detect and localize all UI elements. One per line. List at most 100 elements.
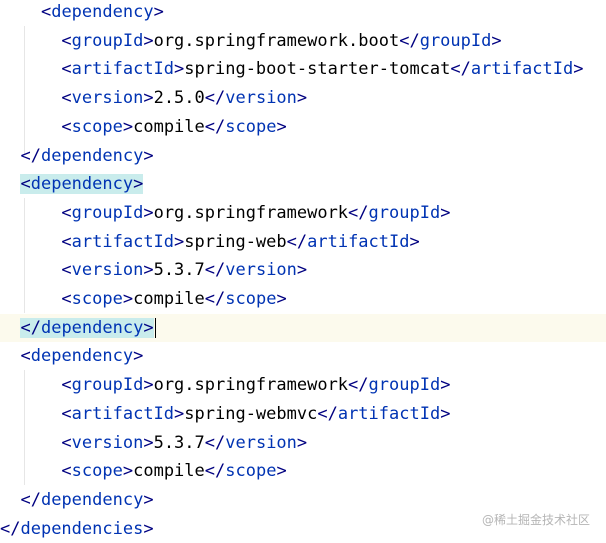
watermark: @稀土掘金技术社区 xyxy=(481,513,590,527)
tag-bracket: </ xyxy=(399,30,420,51)
element-value: compile xyxy=(133,116,205,137)
tag-bracket: </ xyxy=(204,432,226,453)
tag-bracket: < xyxy=(61,116,72,137)
tag-bracket: > xyxy=(153,2,164,22)
tag-name: version xyxy=(71,260,144,281)
tag-bracket: < xyxy=(61,231,72,252)
matched-tag-highlight: <dependency> xyxy=(20,174,144,195)
tag-bracket: > xyxy=(440,375,451,396)
tag-name: scope xyxy=(225,289,277,309)
tag-bracket: > xyxy=(491,30,502,51)
tag-bracket: </ xyxy=(317,403,338,424)
tag-name: groupId xyxy=(368,202,441,223)
tag-bracket: </ xyxy=(450,59,471,80)
code-line[interactable]: <groupId>org.springframework</groupId> xyxy=(0,371,606,400)
tag-name: scope xyxy=(225,116,277,137)
tag-bracket: > xyxy=(143,375,154,396)
code-line[interactable]: <version>2.5.0</version> xyxy=(0,84,606,113)
code-line[interactable]: <dependency> xyxy=(0,0,606,27)
tag-name: artifactId xyxy=(71,59,175,80)
element-value: spring-web xyxy=(184,231,287,252)
tag-bracket: > xyxy=(143,145,154,166)
tag-bracket: </ xyxy=(348,375,369,396)
tag-name: groupId xyxy=(368,375,441,396)
element-value: org.springframework.boot xyxy=(153,30,400,51)
text-caret xyxy=(154,317,156,338)
tag-bracket: > xyxy=(133,346,144,367)
code-line[interactable]: <artifactId>spring-webmvc</artifactId> xyxy=(0,400,606,429)
tag-name: scope xyxy=(71,461,123,482)
element-value: 2.5.0 xyxy=(153,88,205,109)
code-line[interactable]: <groupId>org.springframework</groupId> xyxy=(0,199,606,228)
tag-bracket: > xyxy=(440,202,451,223)
tag-bracket: < xyxy=(61,260,72,281)
code-line[interactable]: <scope>compile</scope> xyxy=(0,285,606,314)
tag-name: groupId xyxy=(71,30,144,51)
tag-name: dependency xyxy=(30,174,134,195)
code-line[interactable]: <artifactId>spring-web</artifactId> xyxy=(0,228,606,257)
code-line[interactable]: </dependency> xyxy=(0,142,606,171)
tag-bracket: < xyxy=(61,202,72,223)
tag-bracket: </ xyxy=(0,518,21,539)
tag-name: version xyxy=(225,260,297,281)
tag-name: scope xyxy=(225,461,277,482)
code-line[interactable]: <scope>compile</scope> xyxy=(0,457,606,486)
tag-bracket: </ xyxy=(204,88,226,109)
tag-bracket: </ xyxy=(20,145,41,166)
code-line[interactable]: <dependency> xyxy=(0,170,606,199)
tag-name: dependency xyxy=(51,2,154,22)
tag-bracket: > xyxy=(174,231,185,252)
tag-bracket: > xyxy=(133,174,144,195)
tag-bracket: < xyxy=(20,346,31,367)
element-value: 5.3.7 xyxy=(153,432,205,453)
tag-name: artifactId xyxy=(470,59,574,80)
tag-bracket: > xyxy=(143,30,154,51)
tag-bracket: </ xyxy=(20,317,41,338)
tag-bracket: > xyxy=(296,432,308,453)
tag-bracket: > xyxy=(276,289,287,309)
tag-name: artifactId xyxy=(307,231,410,252)
tag-name: groupId xyxy=(71,375,144,396)
tag-bracket: > xyxy=(143,88,154,109)
code-line[interactable]: <artifactId>spring-boot-starter-tomcat</… xyxy=(0,55,606,84)
tag-bracket: </ xyxy=(204,461,226,482)
tag-bracket: </ xyxy=(286,231,308,252)
tag-bracket: < xyxy=(61,88,72,109)
tag-name: artifactId xyxy=(71,403,175,424)
tag-bracket: > xyxy=(122,461,134,482)
tag-bracket: </ xyxy=(20,489,41,510)
code-line[interactable]: <scope>compile</scope> xyxy=(0,113,606,142)
tag-bracket: > xyxy=(122,289,134,309)
tag-name: scope xyxy=(71,116,123,137)
tag-name: version xyxy=(225,88,297,109)
element-value: spring-webmvc xyxy=(184,403,318,424)
tag-bracket: < xyxy=(61,30,72,51)
tag-bracket: < xyxy=(61,461,72,482)
code-line-current[interactable]: </dependency> xyxy=(0,313,606,343)
tag-bracket: < xyxy=(20,174,31,195)
tag-bracket: > xyxy=(122,116,134,137)
element-value: compile xyxy=(133,289,205,309)
tag-bracket: > xyxy=(573,59,584,80)
tag-bracket: > xyxy=(174,59,185,80)
tag-name: dependency xyxy=(40,489,144,510)
tag-bracket: > xyxy=(409,231,420,252)
element-value: org.springframework xyxy=(153,202,349,223)
tag-bracket: > xyxy=(143,317,154,338)
tag-name: version xyxy=(225,432,297,453)
element-value: spring-boot-starter-tomcat xyxy=(184,59,451,80)
tag-bracket: > xyxy=(143,260,154,281)
code-editor[interactable]: <dependency> <groupId>org.springframewor… xyxy=(0,0,606,540)
code-line[interactable]: <version>5.3.7</version> xyxy=(0,429,606,458)
tag-name: version xyxy=(71,432,144,453)
tag-bracket: > xyxy=(440,403,451,424)
tag-bracket: > xyxy=(143,489,154,510)
code-line[interactable]: <version>5.3.7</version> xyxy=(0,256,606,285)
tag-bracket: > xyxy=(296,88,308,109)
code-line[interactable]: <dependency> xyxy=(0,342,606,371)
tag-name: groupId xyxy=(71,202,144,223)
tag-bracket: < xyxy=(61,432,72,453)
tag-bracket: < xyxy=(61,375,72,396)
tag-name: dependencies xyxy=(20,518,144,539)
code-line[interactable]: <groupId>org.springframework.boot</group… xyxy=(0,27,606,56)
